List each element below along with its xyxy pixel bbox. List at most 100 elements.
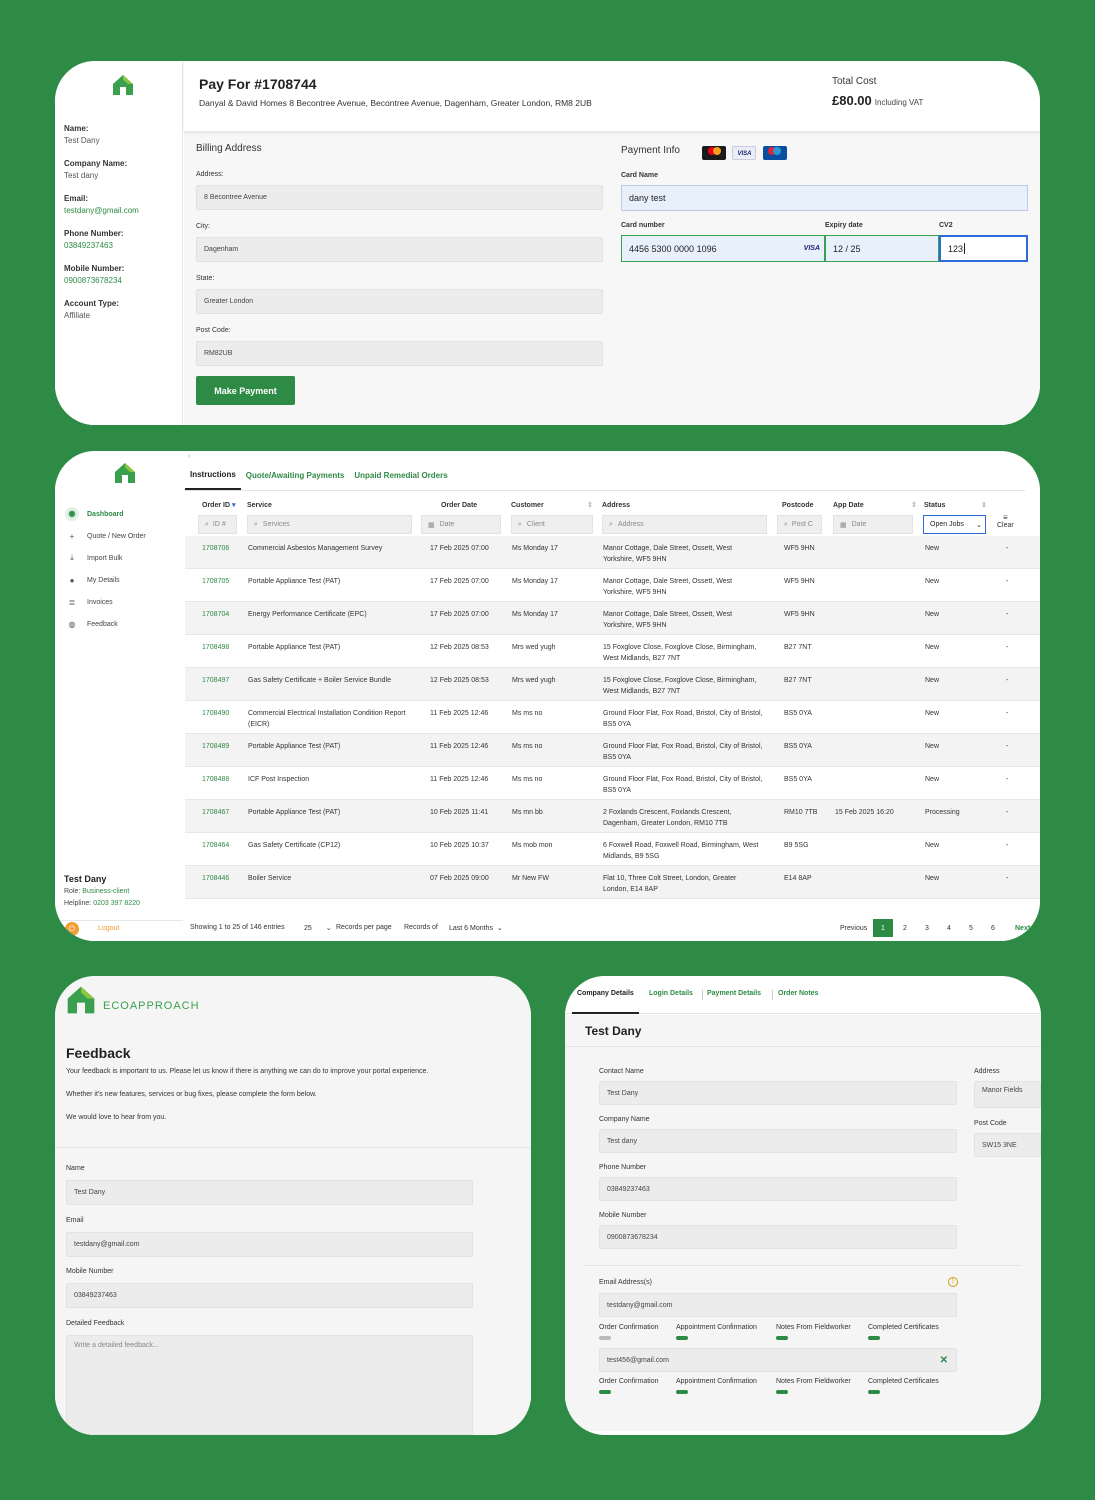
postcode-input[interactable]: SW15 3NE [974,1133,1041,1157]
order-confirmation-toggle[interactable] [599,1390,611,1394]
table-row[interactable]: 1708490 Commercial Electrical Installatio… [185,701,1040,734]
per-page-select[interactable]: 25 ⌄ [304,924,332,932]
order-confirmation-toggle[interactable] [599,1336,611,1340]
page-1-button[interactable]: 1 [873,919,893,937]
cv2-input[interactable]: 123 [939,235,1028,262]
order-id-link[interactable]: 1708706 [202,543,242,554]
table-row[interactable]: 1708464 Gas Safety Certificate (CP12) 10 F… [185,833,1040,866]
col-order-date[interactable]: Order Date [441,500,477,511]
page-6-button[interactable]: 6 [983,919,1003,937]
billing-city-input[interactable]: Dagenham [196,237,603,262]
filter-id-input[interactable]: ⌕ ID # [198,515,237,534]
sidebar-item-dashboard[interactable]: ◉ Dashboard [65,506,180,522]
name-input[interactable]: Test Dany [66,1180,473,1205]
tab-instructions[interactable]: Instructions [185,461,241,490]
email-input[interactable]: testdany@gmail.com [66,1232,473,1257]
table-row[interactable]: 1708467 Portable Appliance Test (PAT) 10 F… [185,800,1040,833]
order-id-link[interactable]: 1708446 [202,873,242,884]
company-name-input[interactable]: Test dany [599,1129,957,1153]
page-3-button[interactable]: 3 [917,919,937,937]
col-service[interactable]: Service [247,500,272,511]
col-app-date[interactable]: App Date [833,500,864,511]
filter-date-input[interactable]: ▦ Date [421,515,501,534]
tab-login-details[interactable]: Login Details [649,990,693,997]
col-postcode[interactable]: Postcode [782,500,814,511]
logout-icon[interactable]: ⏻ [65,922,79,936]
completed-certificates-toggle[interactable] [868,1336,880,1340]
col-customer[interactable]: Customer [511,500,544,511]
tab-remedial[interactable]: Unpaid Remedial Orders [349,461,452,490]
tab-order-notes[interactable]: Order Notes [778,990,818,997]
sidebar-item-import[interactable]: ⤓ Import Bulk [65,550,180,566]
next-page-button[interactable]: Next [1015,925,1030,932]
order-id-link[interactable]: 1708705 [202,576,242,587]
remove-email-icon[interactable]: ✕ [940,1355,948,1366]
email-2-input[interactable]: test456@gmail.com ✕ [599,1348,957,1372]
order-id-link[interactable]: 1708464 [202,840,242,851]
billing-state-input[interactable]: Greater London [196,289,603,314]
email-1-input[interactable]: testdany@gmail.com [599,1293,957,1317]
info-icon[interactable]: ! [948,1277,958,1287]
filter-service-input[interactable]: ⌕ Services [247,515,412,534]
records-of-select[interactable]: Last 6 Months ⌄ [449,924,503,932]
tab-payment-details[interactable]: Payment Details [707,990,761,997]
order-id-link[interactable]: 1708497 [202,675,242,686]
clear-filters-button[interactable]: ≡ Clear [997,514,1014,530]
sidebar-item-invoices[interactable]: ≣ Invoices [65,594,180,610]
card-name-input[interactable]: dany test [621,185,1028,211]
status-select[interactable]: Open Jobs ⌄ [923,515,986,534]
order-id-link[interactable]: 1708704 [202,609,242,620]
filter-client-input[interactable]: ⌕ Client [511,515,593,534]
completed-certificates-toggle[interactable] [868,1390,880,1394]
table-row[interactable]: 1708706 Commercial Asbestos Management Su… [185,536,1040,569]
phone-input[interactable]: 03849237463 [599,1177,957,1201]
filter-postcode-input[interactable]: ⌕ Post C [777,515,822,534]
previous-page-button[interactable]: Previous [840,925,867,932]
mobile-input[interactable]: 03849237463 [66,1283,473,1308]
sidebar-item-quote[interactable]: + Quote / New Order [65,528,180,544]
email-value[interactable]: testdany@gmail.com [64,206,139,215]
logout-link[interactable]: Logout [98,925,119,932]
filter-address-input[interactable]: ⌕ Address [602,515,767,534]
col-order-id[interactable]: Order ID ▾ [202,500,235,511]
table-row[interactable]: 1708498 Portable Appliance Test (PAT) 12 F… [185,635,1040,668]
tab-company-details[interactable]: Company Details [572,987,639,1014]
fieldworker-notes-toggle[interactable] [776,1390,788,1394]
order-id-link[interactable]: 1708498 [202,642,242,653]
sidebar-item-details[interactable]: ● My Details [65,572,180,588]
table-row[interactable]: 1708705 Portable Appliance Test (PAT) 17 F… [185,569,1040,602]
col-address[interactable]: Address [602,500,630,511]
col-status[interactable]: Status [924,500,945,511]
order-id-link[interactable]: 1708488 [202,774,242,785]
appointment-confirmation-toggle[interactable] [676,1336,688,1340]
page-5-button[interactable]: 5 [961,919,981,937]
order-id-link[interactable]: 1708467 [202,807,242,818]
appointment-confirmation-toggle[interactable] [676,1390,688,1394]
page-4-button[interactable]: 4 [939,919,959,937]
billing-address-input[interactable]: 8 Becontree Avenue [196,185,603,210]
phone-value[interactable]: 03849237463 [64,241,124,250]
make-payment-button[interactable]: Make Payment [196,376,295,405]
chevron-left-icon[interactable]: ‹ [188,453,190,460]
billing-postcode-input[interactable]: RM82UB [196,341,603,366]
helpline-value[interactable]: 0203 397 8220 [93,900,140,907]
address-input[interactable]: Manor Fields [974,1081,1041,1108]
page-2-button[interactable]: 2 [895,919,915,937]
expiry-input[interactable]: 12 / 25 [825,235,939,262]
table-row[interactable]: 1708488 ICF Post Inspection 11 Feb 2025 12… [185,767,1040,800]
filter-app-date-input[interactable]: ▦ Date [833,515,913,534]
table-row[interactable]: 1708704 Energy Performance Certificate (E… [185,602,1040,635]
mobile-input[interactable]: 0900873678234 [599,1225,957,1249]
mobile-value[interactable]: 0900873678234 [64,276,124,285]
card-number-input[interactable]: 4456 5300 0000 1096 VISA [621,235,825,262]
tab-quotes[interactable]: Quote/Awaiting Payments [241,461,350,490]
table-row[interactable]: 1708489 Portable Appliance Test (PAT) 11 F… [185,734,1040,767]
table-row[interactable]: 1708446 Boiler Service 07 Feb 2025 09:00 Mr… [185,866,1040,899]
table-row[interactable]: 1708497 Gas Safety Certificate + Boiler S… [185,668,1040,701]
feedback-textarea[interactable]: Write a detailed feedback... [66,1335,473,1435]
fieldworker-notes-toggle[interactable] [776,1336,788,1340]
contact-name-input[interactable]: Test Dany [599,1081,957,1105]
sidebar-item-feedback[interactable]: ◍ Feedback [65,616,180,632]
order-id-link[interactable]: 1708489 [202,741,242,752]
order-id-link[interactable]: 1708490 [202,708,242,719]
